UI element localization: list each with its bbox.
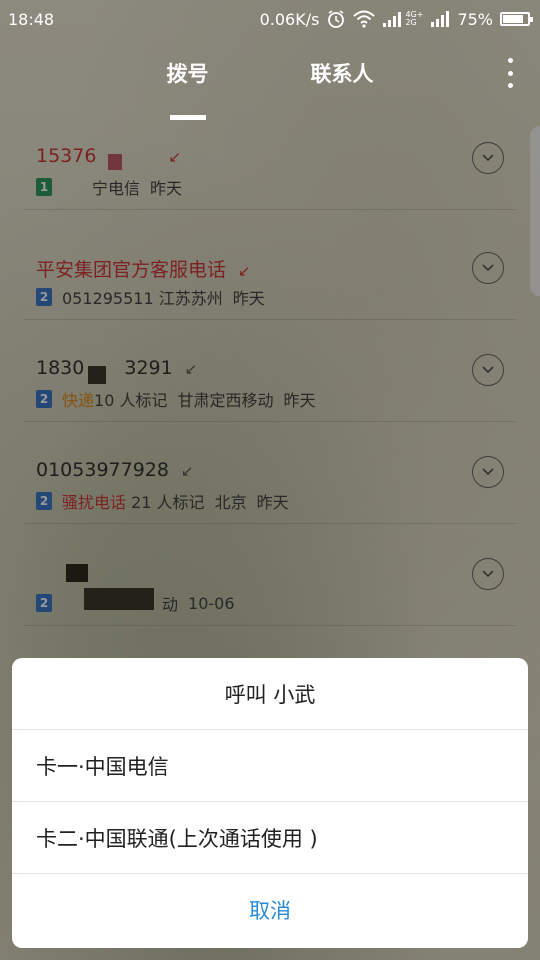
- battery-fill: [503, 15, 523, 23]
- battery-icon: [500, 12, 533, 26]
- status-icons: 0.06K/s 4G+ 2G 75%: [259, 9, 533, 29]
- sim1-option[interactable]: 卡一·中国电信: [12, 730, 528, 802]
- status-time: 18:48: [8, 9, 55, 29]
- dialog-title: 呼叫 小武: [12, 658, 528, 730]
- tab-dial-label: 拨号: [166, 62, 209, 86]
- cancel-button[interactable]: 取消: [12, 874, 528, 946]
- battery-percent: 75%: [457, 9, 493, 29]
- active-tab-indicator: [169, 115, 206, 120]
- sim2-option[interactable]: 卡二·中国联通(上次通话使用 ): [12, 802, 528, 874]
- alarm-icon: [326, 9, 346, 29]
- wifi-icon: [353, 10, 376, 28]
- network-type-label-2: 2G: [405, 18, 417, 27]
- signal-icon: [430, 10, 450, 28]
- tab-contacts[interactable]: 联系人: [309, 58, 376, 88]
- more-menu-icon[interactable]: [506, 58, 514, 88]
- tab-dial[interactable]: 拨号: [165, 58, 211, 120]
- sim-select-dialog: 呼叫 小武 卡一·中国电信 卡二·中国联通(上次通话使用 ) 取消: [12, 658, 528, 948]
- top-tab-bar: 拨号 联系人: [0, 38, 540, 120]
- net-speed: 0.06K/s: [259, 9, 320, 29]
- tab-contacts-label: 联系人: [310, 62, 374, 86]
- mobile-signal-dual-icon: 4G+ 2G: [382, 10, 423, 28]
- status-bar: 18:48 0.06K/s 4G+ 2G 75%: [0, 0, 540, 38]
